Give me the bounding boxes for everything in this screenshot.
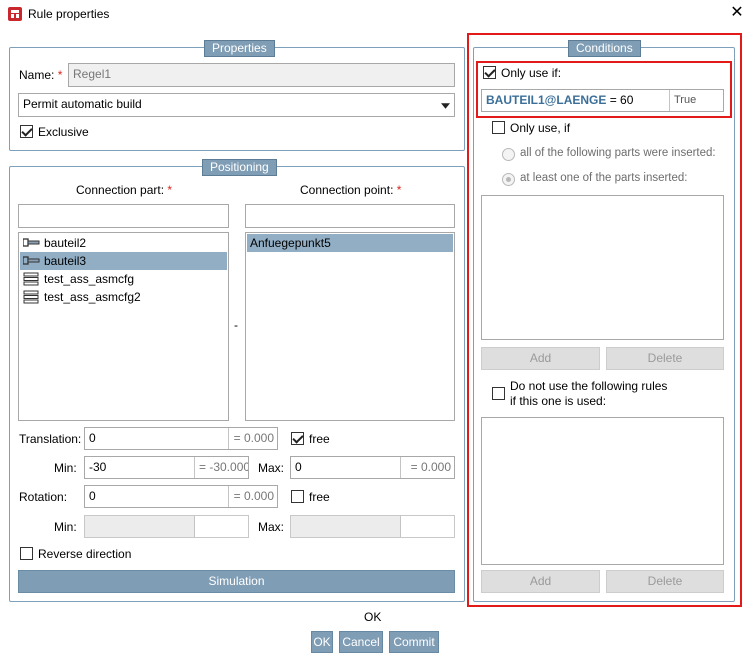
simulation-button[interactable]: Simulation [18,570,455,593]
rotation-max-suffix [400,516,454,537]
properties-group-title: Properties [204,40,275,57]
list-item[interactable]: bauteil3 [20,252,227,270]
assembly-icon [23,272,39,286]
do-not-use-checkbox[interactable] [492,387,505,400]
translation-result: = 0.000 [228,428,277,449]
rotation-value: 0 [89,489,96,503]
only-use-if-parts-checkbox[interactable] [492,121,505,134]
conditions-group-title: Conditions [568,40,641,57]
list-item-label: Anfuegepunkt5 [250,236,331,250]
translation-max-result: = 0.000 [400,457,454,478]
rotation-min-suffix [194,516,248,537]
translation-value: 0 [89,431,96,445]
list-item-label: test_ass_asmcfg2 [44,290,141,304]
assembly-icon [23,290,39,304]
translation-min-field[interactable]: -30 = -30.000 [84,456,249,479]
rotation-max-label: Max: [258,520,285,534]
condition-expression-field[interactable]: BAUTEIL1@LAENGE = 60 True [481,89,724,112]
only-use-if-parts-label: Only use, if [510,121,571,135]
at-least-one-label: at least one of the parts inserted: [520,172,688,184]
list-item[interactable]: test_ass_asmcfg2 [20,288,227,306]
app-icon [8,7,22,21]
translation-free-label: free [309,432,330,446]
reverse-direction-checkbox[interactable] [20,547,33,560]
connection-point-filter[interactable] [245,204,455,228]
part-icon [23,238,40,247]
condition-expression: BAUTEIL1@LAENGE = 60 [486,93,633,108]
list-item-label: bauteil3 [44,254,87,268]
delete-part-button[interactable]: Delete [606,347,724,370]
add-rule-button[interactable]: Add [481,570,600,593]
ok-button[interactable]: OK [311,631,333,653]
translation-free-checkbox[interactable] [291,432,304,445]
commit-button[interactable]: Commit [389,631,439,653]
connection-part-label: Connection part: * [76,183,173,197]
translation-max-value: 0 [295,460,302,474]
excluded-rules-list[interactable] [481,417,724,565]
translation-min-value: -30 [89,460,107,474]
rotation-min-field[interactable] [84,515,249,538]
translation-min-label: Min: [54,461,77,475]
list-item-label: bauteil2 [44,236,87,250]
name-label: Name: * [19,68,63,82]
list-item[interactable]: bauteil2 [20,234,227,252]
only-use-if-checkbox[interactable] [483,66,496,79]
delete-rule-button[interactable]: Delete [606,570,724,593]
rotation-min-label: Min: [54,520,77,534]
do-not-use-label: Do not use the following rules if this on… [510,379,668,408]
expression-operator: = 60 [606,93,634,107]
window-title: Rule properties [28,7,110,21]
rotation-field[interactable]: 0 = 0.000 [84,485,278,508]
exclusive-checkbox[interactable] [20,125,33,138]
translation-min-result: = -30.000 [194,457,248,478]
connection-part-list[interactable]: bauteil2 bauteil3 test_ass_asmcfg test_a… [18,232,229,421]
name-field[interactable]: Regel1 [68,63,455,87]
at-least-one-radio[interactable] [502,173,515,186]
connection-point-label: Connection point: * [300,183,402,197]
condition-result: True [669,90,723,111]
reverse-direction-label: Reverse direction [38,547,132,561]
connection-point-list[interactable]: Anfuegepunkt5 [245,232,455,421]
translation-max-label: Max: [258,461,285,475]
list-item-label: test_ass_asmcfg [44,272,135,286]
build-mode-value: Permit automatic build [23,97,142,111]
rotation-label: Rotation: [19,490,68,504]
rotation-free-checkbox[interactable] [291,490,304,503]
connection-part-filter[interactable] [18,204,229,228]
status-text: OK [364,610,382,624]
translation-label: Translation: [19,432,82,446]
add-part-button[interactable]: Add [481,347,600,370]
build-mode-select[interactable]: Permit automatic build [18,93,455,117]
positioning-group-title: Positioning [202,159,277,176]
expression-variable: BAUTEIL1@LAENGE [486,93,607,107]
only-use-if-label: Only use if: [501,66,562,80]
title-bar: Rule properties ✕ [0,0,750,28]
rotation-free-label: free [309,490,330,504]
inserted-parts-list[interactable] [481,195,724,340]
list-item[interactable]: Anfuegepunkt5 [247,234,453,252]
cancel-button[interactable]: Cancel [339,631,383,653]
close-icon[interactable]: ✕ [728,4,746,22]
list-item[interactable]: test_ass_asmcfg [20,270,227,288]
part-icon [23,256,40,265]
translation-max-field[interactable]: 0 = 0.000 [290,456,455,479]
rotation-result: = 0.000 [228,486,277,507]
chevron-down-icon[interactable] [441,103,450,109]
all-parts-radio[interactable] [502,148,515,161]
list-separator: - [234,318,238,332]
rotation-max-field[interactable] [290,515,455,538]
exclusive-label: Exclusive [38,125,89,139]
translation-field[interactable]: 0 = 0.000 [84,427,278,450]
all-parts-label: all of the following parts were inserted… [520,147,716,159]
